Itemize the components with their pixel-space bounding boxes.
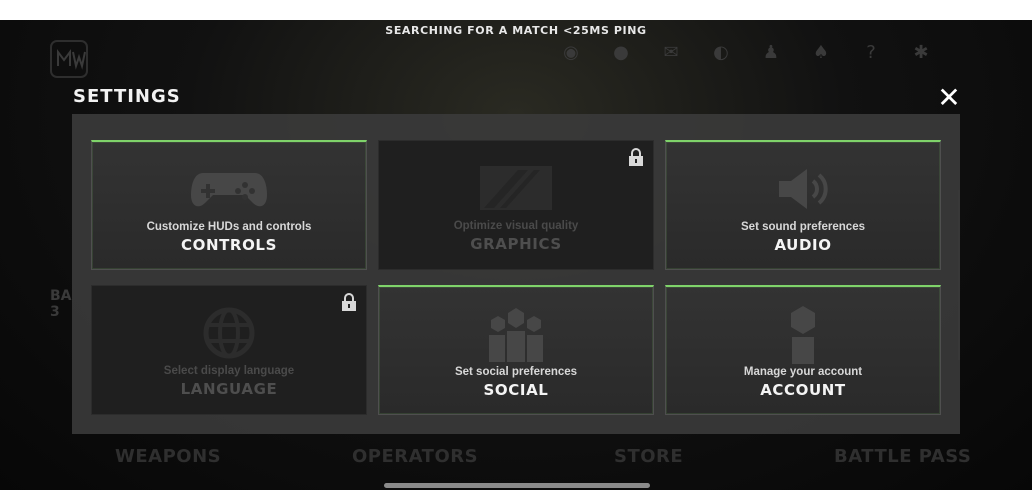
currency-icon[interactable]: ◉ bbox=[560, 42, 582, 63]
bg-nav-operators: OPERATORS bbox=[352, 446, 479, 467]
graphics-card[interactable]: Optimize visual quality GRAPHICS bbox=[378, 140, 654, 270]
gamepad-icon bbox=[92, 160, 366, 218]
audio-title: AUDIO bbox=[774, 236, 832, 254]
mail-icon[interactable]: ✉ bbox=[660, 42, 682, 63]
gear-icon[interactable]: ✱ bbox=[910, 42, 932, 63]
controls-subtitle: Customize HUDs and controls bbox=[146, 221, 312, 233]
friends-icon[interactable]: ♟ bbox=[760, 42, 782, 63]
close-button[interactable]: ✕ bbox=[934, 84, 964, 112]
user-icon bbox=[666, 305, 940, 364]
lock-icon bbox=[341, 293, 357, 311]
globe-icon bbox=[92, 304, 366, 362]
graphics-icon bbox=[379, 159, 653, 217]
group-icon bbox=[379, 305, 653, 363]
settings-panel: Customize HUDs and controls CONTROLS Opt… bbox=[72, 114, 960, 434]
graphics-title: GRAPHICS bbox=[470, 235, 562, 253]
language-card[interactable]: Select display language LANGUAGE bbox=[91, 285, 367, 415]
background-side-text: BA 3 bbox=[50, 288, 72, 320]
account-subtitle: Manage your account bbox=[743, 366, 863, 378]
audio-subtitle: Set sound preferences bbox=[741, 221, 865, 233]
matchmaking-status: SEARCHING FOR A MATCH <25MS PING bbox=[385, 24, 647, 37]
home-indicator[interactable] bbox=[384, 483, 650, 488]
notification-bell-icon[interactable]: ♠ bbox=[810, 42, 832, 63]
background-nav: WEAPONS OPERATORS STORE BATTLE PASS bbox=[0, 446, 1032, 476]
bg-nav-battle-pass: BATTLE PASS bbox=[834, 446, 972, 467]
headset-icon[interactable]: ◐ bbox=[710, 42, 732, 63]
social-card[interactable]: Set social preferences SOCIAL bbox=[378, 285, 654, 415]
graphics-subtitle: Optimize visual quality bbox=[453, 220, 579, 232]
bg-nav-store: STORE bbox=[614, 446, 684, 467]
language-subtitle: Select display language bbox=[163, 365, 295, 377]
top-icon-bar: ◉ ● ✉ ◐ ♟ ♠ ? ✱ bbox=[560, 42, 932, 63]
bg-nav-weapons: WEAPONS bbox=[115, 446, 222, 467]
cod-points-icon[interactable]: ● bbox=[610, 42, 632, 63]
help-icon[interactable]: ? bbox=[860, 42, 882, 63]
lock-icon bbox=[628, 148, 644, 166]
game-screen: SEARCHING FOR A MATCH <25MS PING ◉ ● ✉ ◐… bbox=[0, 20, 1032, 490]
social-title: SOCIAL bbox=[483, 381, 549, 399]
audio-card[interactable]: Set sound preferences AUDIO bbox=[665, 140, 941, 270]
game-logo bbox=[48, 38, 90, 80]
account-title: ACCOUNT bbox=[760, 381, 846, 399]
account-card[interactable]: Manage your account ACCOUNT bbox=[665, 285, 941, 415]
background-side-panel bbox=[958, 190, 982, 360]
settings-title: SETTINGS bbox=[73, 86, 181, 107]
language-title: LANGUAGE bbox=[180, 380, 278, 398]
controls-card[interactable]: Customize HUDs and controls CONTROLS bbox=[91, 140, 367, 270]
social-subtitle: Set social preferences bbox=[454, 366, 578, 378]
controls-title: CONTROLS bbox=[180, 236, 277, 254]
speaker-icon bbox=[666, 160, 940, 218]
